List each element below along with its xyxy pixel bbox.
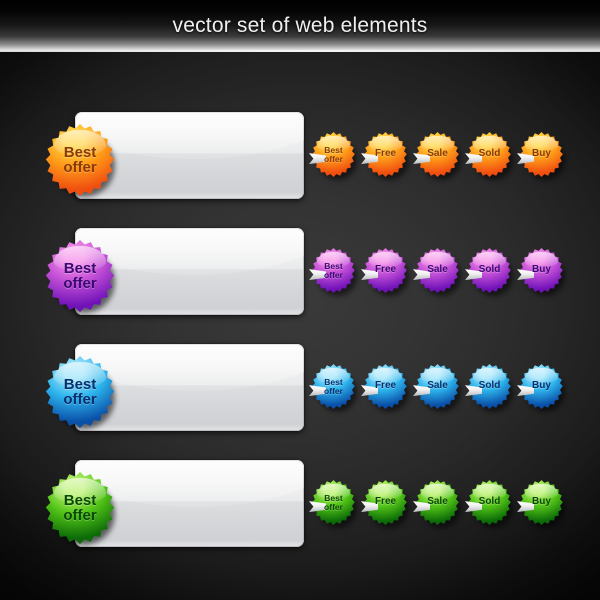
badge-blue-4[interactable]: Buy (517, 364, 565, 412)
badge-green-4[interactable]: Buy (517, 480, 565, 528)
big-best-offer-badge-green[interactable]: Best offer (44, 472, 116, 545)
badge-orange-4[interactable]: Buy (517, 132, 565, 180)
badge-gloss-highlight (421, 136, 454, 152)
badge-gloss-highlight (317, 136, 350, 152)
badge-purple-1[interactable]: Free (361, 248, 409, 296)
badge-gloss-highlight (54, 130, 106, 155)
badge-gloss-highlight (369, 136, 402, 152)
badge-orange-3[interactable]: Sold (465, 132, 513, 180)
badge-gloss-highlight (317, 368, 350, 384)
badge-gloss-highlight (54, 478, 106, 503)
badge-blue-1[interactable]: Free (361, 364, 409, 412)
header-banner: vector set of web elements (0, 0, 600, 52)
badge-gloss-highlight (421, 368, 454, 384)
badge-gloss-highlight (421, 484, 454, 500)
badge-blue-0[interactable]: Best offer (309, 364, 357, 412)
badge-gloss-highlight (369, 368, 402, 384)
poster-canvas: vector set of web elements Best offer Best… (0, 0, 600, 600)
header-divider (0, 50, 600, 52)
badge-green-2[interactable]: Sale (413, 480, 461, 528)
badge-gloss-highlight (54, 362, 106, 387)
badge-blue-3[interactable]: Sold (465, 364, 513, 412)
badge-gloss-highlight (317, 484, 350, 500)
badge-gloss-highlight (317, 252, 350, 268)
big-best-offer-badge-blue[interactable]: Best offer (44, 356, 116, 429)
badge-purple-2[interactable]: Sale (413, 248, 461, 296)
badge-green-3[interactable]: Sold (465, 480, 513, 528)
badge-orange-0[interactable]: Best offer (309, 132, 357, 180)
badge-gloss-highlight (369, 484, 402, 500)
badge-gloss-highlight (421, 252, 454, 268)
badge-orange-2[interactable]: Sale (413, 132, 461, 180)
badge-gloss-highlight (525, 368, 558, 384)
badge-purple-0[interactable]: Best offer (309, 248, 357, 296)
badge-gloss-highlight (525, 136, 558, 152)
badge-gloss-highlight (54, 246, 106, 271)
element-row-orange: Best offer Best offer Free Sale Sold Buy (0, 104, 600, 216)
element-row-green: Best offer Best offer Free Sale Sold Buy (0, 452, 600, 564)
big-best-offer-badge-orange[interactable]: Best offer (44, 124, 116, 197)
badge-green-0[interactable]: Best offer (309, 480, 357, 528)
badge-gloss-highlight (473, 484, 506, 500)
badge-gloss-highlight (525, 484, 558, 500)
badge-gloss-highlight (473, 252, 506, 268)
badge-purple-4[interactable]: Buy (517, 248, 565, 296)
big-best-offer-badge-purple[interactable]: Best offer (44, 240, 116, 313)
element-row-purple: Best offer Best offer Free Sale Sold Buy (0, 220, 600, 332)
badge-gloss-highlight (473, 136, 506, 152)
badge-gloss-highlight (525, 252, 558, 268)
badge-orange-1[interactable]: Free (361, 132, 409, 180)
badge-purple-3[interactable]: Sold (465, 248, 513, 296)
badge-green-1[interactable]: Free (361, 480, 409, 528)
badge-blue-2[interactable]: Sale (413, 364, 461, 412)
badge-gloss-highlight (369, 252, 402, 268)
badge-gloss-highlight (473, 368, 506, 384)
element-row-blue: Best offer Best offer Free Sale Sold Buy (0, 336, 600, 448)
page-title: vector set of web elements (172, 14, 428, 37)
